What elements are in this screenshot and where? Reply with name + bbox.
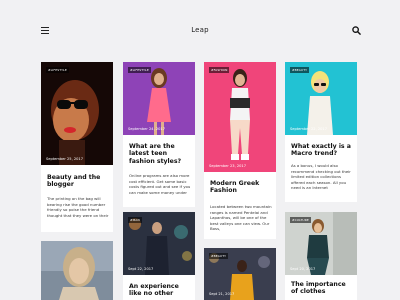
article-card[interactable] <box>41 241 113 300</box>
category-tag[interactable]: #BEAUTY <box>290 67 310 73</box>
article-title[interactable]: The importance of clothes <box>291 281 353 296</box>
article-photo <box>41 241 113 300</box>
article-card[interactable]: #BEAUTY Sept 21, 2017 <box>204 248 276 300</box>
article-title[interactable]: An experience like no other <box>129 283 191 298</box>
article-excerpt: Located between two mountain ranges is n… <box>210 204 272 232</box>
article-photo: #CULTURE Sept 20, 2017 <box>285 212 357 275</box>
category-tag[interactable]: #CULTURE <box>290 217 311 223</box>
category-tag[interactable]: #LIFESTYLE <box>128 67 151 73</box>
post-date: Sept 22, 2017 <box>128 267 154 271</box>
article-title[interactable]: Modern Greek Fashion <box>210 180 272 195</box>
brand-title: Leap <box>191 26 209 34</box>
article-photo: #BEAUTY Sept 21, 2017 <box>204 248 276 300</box>
category-tag[interactable]: #FASHION <box>209 67 230 73</box>
article-excerpt: As a bonus, I would also recommend check… <box>291 163 351 191</box>
article-title[interactable]: What exactly is a Macro trend? <box>291 143 353 158</box>
category-tag[interactable]: #MAN <box>128 217 142 223</box>
post-date: September 25, 2017 <box>46 157 84 161</box>
top-bar: Leap <box>0 0 400 62</box>
article-photo: #MAN Sept 22, 2017 <box>123 212 195 275</box>
article-photo: #LIFESTYLE September 25, 2017 <box>41 62 113 165</box>
article-title[interactable]: Beauty and the blogger <box>47 174 109 189</box>
article-card[interactable]: #BEAUTY September 22, 2017 What exactly … <box>285 62 357 202</box>
article-card[interactable]: #MAN Sept 22, 2017 An experience like no… <box>123 212 195 300</box>
category-tag[interactable]: #LIFESTYLE <box>46 67 69 73</box>
search-icon[interactable] <box>352 26 361 35</box>
article-card[interactable]: #LIFESTYLE September 25, 2017 Beauty and… <box>41 62 113 232</box>
post-date: Sept 20, 2017 <box>290 267 316 271</box>
post-date: September 23, 2017 <box>209 164 247 168</box>
article-photo: #LIFESTYLE September 24, 2017 <box>123 62 195 135</box>
category-tag[interactable]: #BEAUTY <box>209 253 229 259</box>
article-card[interactable]: #CULTURE Sept 20, 2017 The importance of… <box>285 212 357 300</box>
article-excerpt: The printing on the bag will bearing ris… <box>47 196 109 218</box>
article-photo: #BEAUTY September 22, 2017 <box>285 62 357 135</box>
article-card[interactable]: #FASHION September 23, 2017 Modern Greek… <box>204 62 276 239</box>
post-date: September 22, 2017 <box>290 127 328 131</box>
post-date: September 24, 2017 <box>128 127 166 131</box>
article-title[interactable]: What are the latest teen fashion styles? <box>129 143 191 165</box>
article-photo: #FASHION September 23, 2017 <box>204 62 276 172</box>
post-date: Sept 21, 2017 <box>209 292 235 296</box>
article-card[interactable]: #LIFESTYLE September 24, 2017 What are t… <box>123 62 195 207</box>
article-excerpt: Online programs are also more cost effic… <box>129 173 191 195</box>
